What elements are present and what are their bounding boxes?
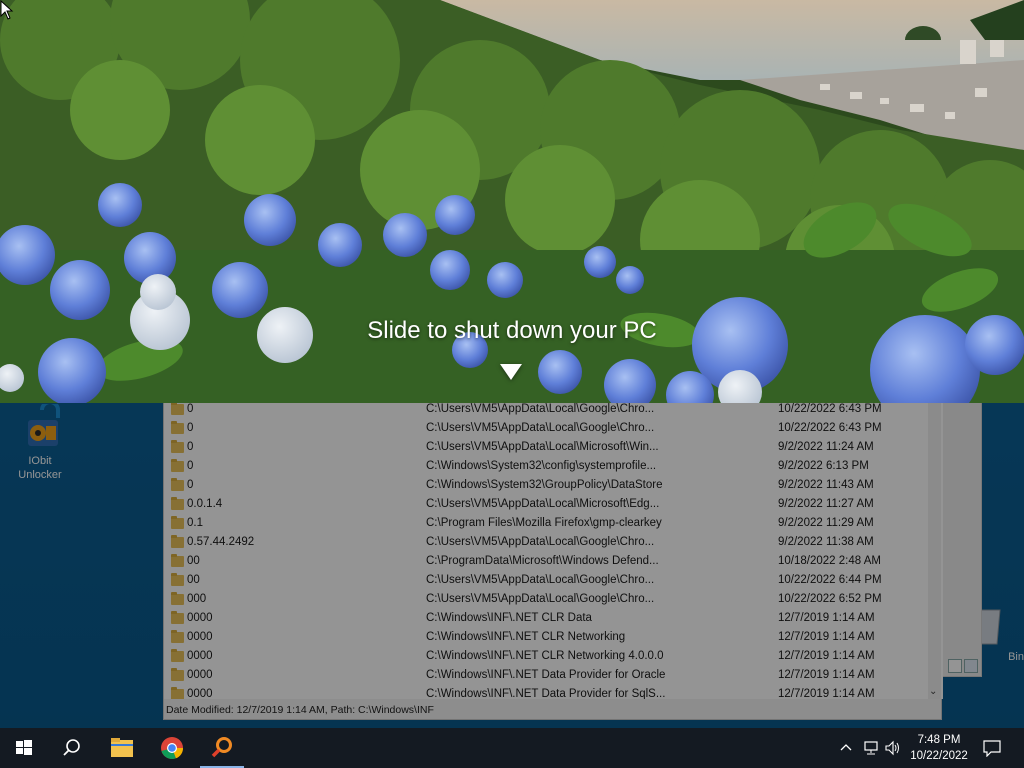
clock-time: 7:48 PM (917, 734, 961, 746)
taskbar-search-button[interactable] (48, 728, 96, 768)
start-icon (16, 740, 32, 755)
volume-icon[interactable] (884, 740, 902, 756)
taskbar: 7:48 PM 10/22/2022 (0, 728, 1024, 768)
file-explorer-button[interactable] (98, 728, 146, 768)
start-button[interactable] (0, 728, 48, 768)
network-icon[interactable] (862, 740, 880, 756)
search-everything-button[interactable] (198, 728, 246, 768)
clock-date: 10/22/2022 (910, 750, 968, 762)
file-explorer-icon (111, 738, 133, 757)
chrome-icon (161, 737, 184, 760)
slide-down-arrow-icon[interactable] (500, 364, 522, 380)
chevron-up-icon[interactable] (838, 740, 854, 756)
slide-to-shutdown-panel[interactable]: Slide to shut down your PC (0, 0, 1024, 403)
shutdown-dim-overlay (0, 402, 1024, 728)
slide-to-shutdown-text: Slide to shut down your PC (367, 317, 657, 344)
search-everything-icon (211, 737, 232, 758)
search-icon (63, 739, 80, 756)
mouse-cursor-icon (0, 0, 14, 20)
notification-icon[interactable] (982, 739, 1002, 757)
chrome-button[interactable] (148, 728, 196, 768)
taskbar-clock[interactable]: 7:48 PM 10/22/2022 (906, 732, 972, 764)
